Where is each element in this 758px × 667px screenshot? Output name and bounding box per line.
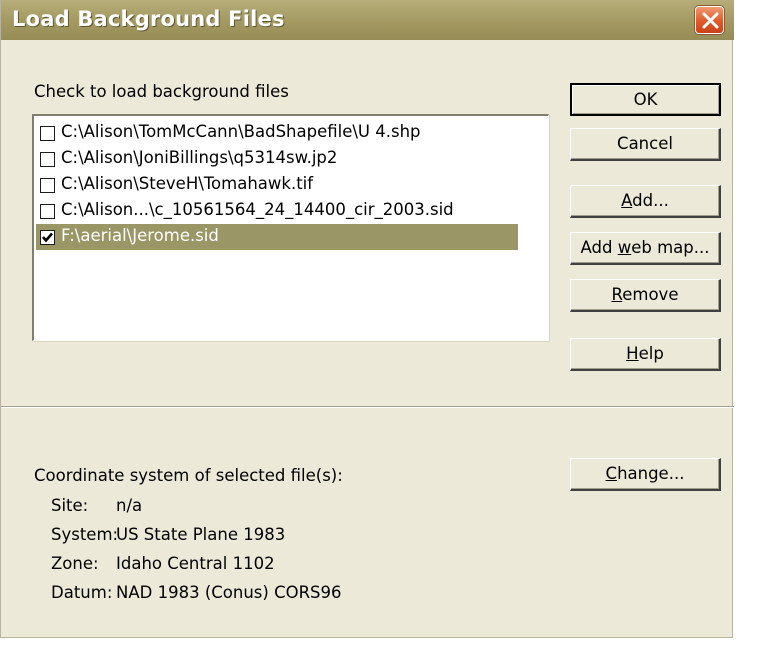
file-list-item[interactable]: C:\Alison\TomMcCann\BadShapefile\U 4.shp — [36, 120, 518, 146]
close-button[interactable] — [695, 6, 724, 34]
add-button[interactable]: Add... — [570, 185, 721, 218]
remove-button[interactable]: Remove — [570, 279, 721, 312]
change-button[interactable]: Change... — [570, 458, 721, 491]
file-checkbox-checked[interactable] — [40, 230, 55, 245]
window-title: Load Background Files — [12, 7, 285, 31]
add-button-label: dd... — [632, 191, 669, 210]
ok-button[interactable]: OK — [570, 83, 721, 116]
add-web-map-label-b: eb map... — [631, 238, 710, 257]
file-list-item[interactable]: C:\Alison...\c_10561564_24_14400_cir_200… — [36, 198, 518, 224]
system-value: US State Plane 1983 — [116, 525, 286, 544]
zone-label: Zone: — [51, 554, 99, 573]
file-checkbox[interactable] — [40, 178, 55, 193]
add-web-map-button[interactable]: Add web map... — [570, 232, 721, 265]
remove-label: emove — [622, 285, 679, 304]
close-icon — [702, 12, 719, 29]
add-web-map-label-a: Add — [580, 238, 618, 257]
load-background-files-dialog: Load Background Files Check to load back… — [0, 0, 734, 638]
file-path: C:\Alison\JoniBillings\q5314sw.jp2 — [61, 148, 338, 167]
file-path: C:\Alison...\c_10561564_24_14400_cir_200… — [61, 200, 454, 219]
instructions-label: Check to load background files — [34, 82, 289, 101]
checkmark-icon — [42, 232, 53, 243]
site-label: Site: — [51, 496, 89, 515]
add-button-mnemonic: A — [621, 191, 633, 210]
zone-value: Idaho Central 1102 — [116, 554, 275, 573]
file-path: F:\aerial\Jerome.sid — [61, 226, 219, 245]
change-label: hange... — [617, 464, 685, 483]
datum-value: NAD 1983 (Conus) CORS96 — [116, 583, 342, 602]
file-checkbox[interactable] — [40, 204, 55, 219]
help-mnemonic: H — [626, 344, 639, 363]
file-path: C:\Alison\TomMcCann\BadShapefile\U 4.shp — [61, 122, 421, 141]
file-path: C:\Alison\SteveH\Tomahawk.tif — [61, 174, 314, 193]
file-checkbox[interactable] — [40, 152, 55, 167]
help-button[interactable]: Help — [570, 338, 721, 371]
file-list-item[interactable]: C:\Alison\SteveH\Tomahawk.tif — [36, 172, 518, 198]
file-checkbox[interactable] — [40, 126, 55, 141]
help-label: elp — [638, 344, 664, 363]
title-bar[interactable]: Load Background Files — [1, 0, 734, 40]
cancel-button[interactable]: Cancel — [570, 128, 721, 161]
coordinate-system-heading: Coordinate system of selected file(s): — [34, 466, 343, 485]
site-value: n/a — [116, 496, 143, 515]
system-label: System: — [51, 525, 119, 544]
add-web-map-mnemonic: w — [617, 238, 632, 257]
file-list-item-selected[interactable]: F:\aerial\Jerome.sid — [36, 224, 518, 250]
file-listbox[interactable]: C:\Alison\TomMcCann\BadShapefile\U 4.shp… — [32, 114, 549, 341]
remove-mnemonic: R — [611, 285, 623, 304]
separator — [1, 406, 734, 408]
file-list-item[interactable]: C:\Alison\JoniBillings\q5314sw.jp2 — [36, 146, 518, 172]
datum-label: Datum: — [51, 583, 113, 602]
change-mnemonic: C — [605, 464, 618, 483]
